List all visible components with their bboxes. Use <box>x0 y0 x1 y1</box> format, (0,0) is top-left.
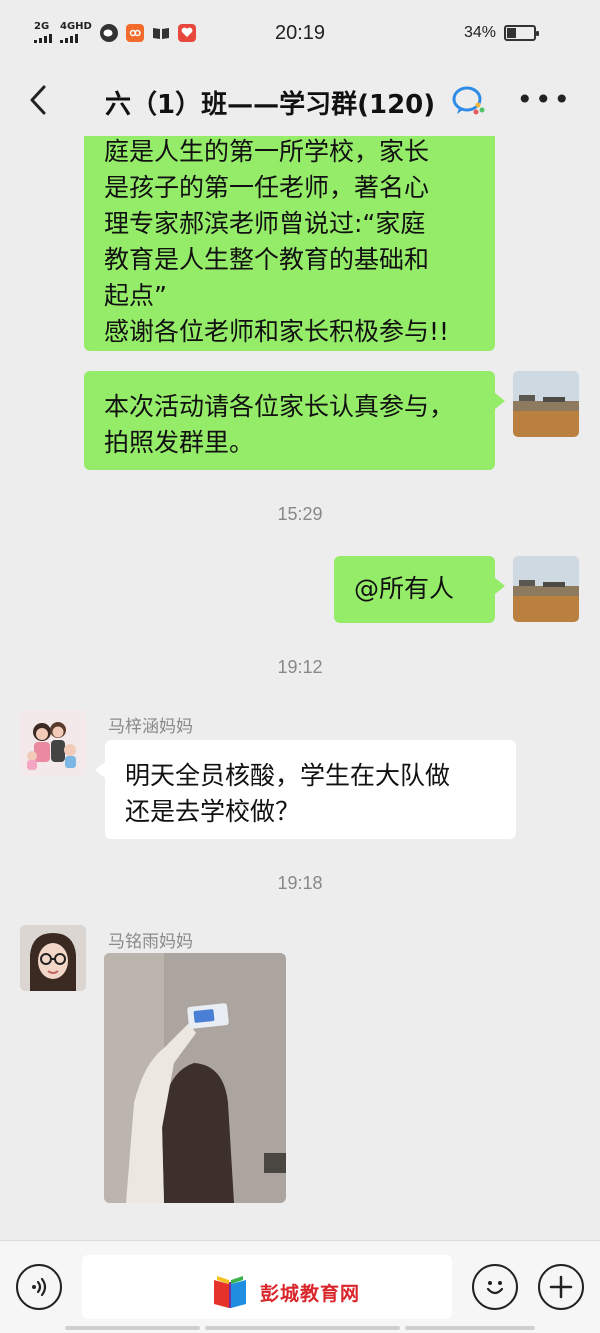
message-line: 还是去学校做？ <box>125 797 301 826</box>
image-message[interactable] <box>104 953 286 1203</box>
battery-level <box>507 28 516 38</box>
back-button[interactable] <box>18 80 58 120</box>
battery-icon <box>504 25 539 41</box>
plus-icon <box>549 1275 573 1299</box>
my-avatar[interactable] <box>513 371 579 437</box>
emoji-icon <box>486 1281 504 1295</box>
chevron-left-icon <box>30 85 46 115</box>
status-icons-right: 34% <box>463 24 539 42</box>
message-bubble-received[interactable]: 明天全员核酸，学生在大队做 还是去学校做？ <box>95 740 516 839</box>
message-line: 拍照发群里。 <box>104 428 255 457</box>
emoji-button[interactable] <box>472 1264 518 1310</box>
message-line: 是孩子的第一任老师，著名心 <box>104 173 430 202</box>
message-bubble-sent[interactable]: 庭是人生的第一所学校，家长 是孩子的第一任老师，著名心 理专家郝滨老师曾说过:“… <box>84 136 495 351</box>
message-line: 理专家郝滨老师曾说过:“家庭 <box>104 209 426 238</box>
status-bar: 2G 4GHD 20:19 34% <box>0 0 600 66</box>
more-button[interactable]: ••• <box>516 86 572 114</box>
sender-name: 马铭雨妈妈 <box>108 932 193 952</box>
message-line: 本次活动请各位家长认真参与， <box>104 392 455 421</box>
nav-indicator <box>65 1326 535 1330</box>
group-chat-icon <box>452 85 486 121</box>
voice-button[interactable] <box>16 1264 62 1310</box>
timestamp: 19:12 <box>277 657 323 677</box>
watermark-text: 彭城教育网 <box>260 1282 361 1305</box>
watermark-logo: 彭城教育网 <box>210 1274 360 1310</box>
message-line: 起点” <box>104 281 167 310</box>
voice-icon <box>32 1277 47 1297</box>
battery-percent: 34% <box>463 24 496 41</box>
my-avatar[interactable] <box>513 556 579 622</box>
photo-content <box>104 953 286 1203</box>
sender-avatar[interactable] <box>20 925 86 991</box>
more-dots-icon: ••• <box>516 83 572 116</box>
group-title: 六（1）班——学习群(120) <box>105 90 436 120</box>
timestamp: 19:18 <box>277 873 323 893</box>
message-line: 明天全员核酸，学生在大队做 <box>125 761 451 790</box>
message-bubble-sent[interactable]: @所有人 <box>334 556 505 623</box>
sender-name: 马梓涵妈妈 <box>108 717 193 737</box>
more-functions-button[interactable] <box>538 1264 584 1310</box>
message-line: 教育是人生整个教育的基础和 <box>104 245 430 274</box>
chat-header: 六（1）班——学习群(120) ••• <box>0 66 600 136</box>
sender-avatar[interactable] <box>20 710 86 776</box>
message-line: 感谢各位老师和家长积极参与!! <box>104 317 450 346</box>
message-line: 庭是人生的第一所学校，家长 <box>104 137 430 166</box>
timestamp: 15:29 <box>277 504 323 524</box>
book-logo-icon <box>214 1276 246 1308</box>
message-bubble-sent[interactable]: 本次活动请各位家长认真参与， 拍照发群里。 <box>84 371 505 470</box>
message-list[interactable]: 庭是人生的第一所学校，家长 是孩子的第一任老师，著名心 理专家郝滨老师曾说过:“… <box>0 136 600 1240</box>
input-bar: 彭城教育网 <box>0 1240 600 1333</box>
message-line: @所有人 <box>354 574 455 603</box>
